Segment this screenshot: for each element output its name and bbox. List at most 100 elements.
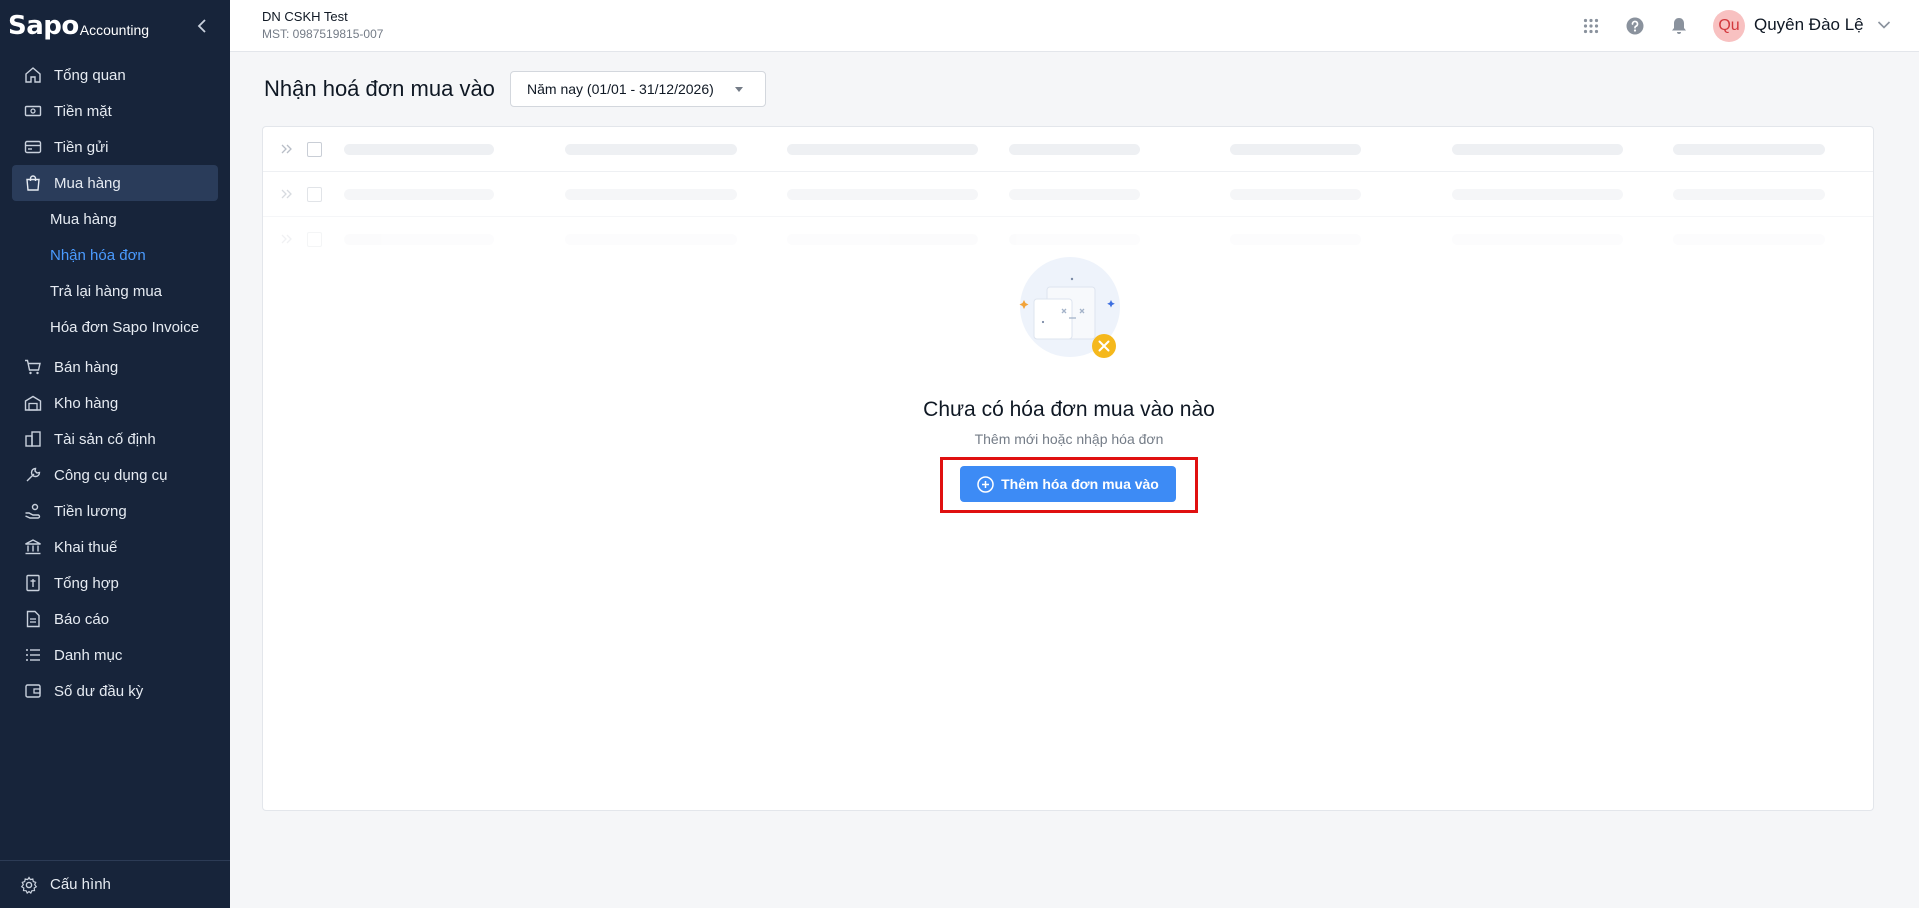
plus-circle-icon	[977, 475, 995, 493]
warehouse-icon	[24, 394, 42, 412]
empty-state-subtitle: Thêm mới hoặc nhập hóa đơn	[974, 431, 1164, 447]
sidebar-item-danh-muc[interactable]: Danh mục	[12, 637, 218, 673]
salary-icon	[24, 502, 42, 520]
cart-icon	[24, 358, 42, 376]
skeleton-bar	[344, 234, 494, 245]
add-purchase-invoice-button[interactable]: Thêm hóa đơn mua vào	[960, 466, 1176, 502]
skeleton-row	[263, 127, 1873, 172]
sidebar-item-ban-hang[interactable]: Bán hàng	[12, 349, 218, 385]
sidebar-item-tong-hop[interactable]: Tổng hợp	[12, 565, 218, 601]
sidebar-item-label: Tổng quan	[54, 66, 126, 84]
building-icon	[24, 430, 42, 448]
skeleton-bar	[787, 144, 978, 155]
logo[interactable]: Sapo Accounting	[0, 0, 230, 52]
skeleton-bar	[1009, 234, 1140, 245]
card-icon	[24, 138, 42, 156]
skeleton-bar	[565, 234, 737, 245]
sidebar-item-khai-thue[interactable]: Khai thuế	[12, 529, 218, 565]
sidebar-item-cau-hinh[interactable]: Cấu hình	[0, 860, 230, 908]
skeleton-bar	[1230, 189, 1361, 200]
topbar: DN CSKH Test MST: 0987519815-007 Qu Quyê…	[230, 0, 1919, 52]
sidebar-item-label: Tiền gửi	[54, 138, 109, 156]
gear-icon	[20, 875, 38, 894]
nav-top: Tổng quan Tiền mặt Tiền gửi Mua hàng	[0, 57, 230, 201]
sidebar-item-label: Khai thuế	[54, 538, 118, 556]
collapse-sidebar-icon[interactable]	[192, 16, 212, 36]
sidebar-item-tien-luong[interactable]: Tiền lương	[12, 493, 218, 529]
sidebar-item-tien-gui[interactable]: Tiền gửi	[12, 129, 218, 165]
ledger-icon	[24, 574, 42, 592]
chevron-down-icon[interactable]	[1877, 17, 1893, 33]
shopping-bag-icon	[24, 174, 42, 192]
sidebar-subitem-tra-lai-hang-mua[interactable]: Trả lại hàng mua	[0, 273, 230, 309]
home-icon	[24, 66, 42, 84]
report-icon	[24, 610, 42, 628]
nav-sub: Mua hàng Nhận hóa đơn Trả lại hàng mua H…	[0, 201, 230, 345]
sidebar-item-label: Tài sản cố định	[54, 430, 156, 448]
sidebar-item-cong-cu[interactable]: Công cụ dụng cụ	[12, 457, 218, 493]
help-icon[interactable]	[1624, 15, 1646, 37]
skeleton-bar	[787, 189, 978, 200]
tool-icon	[24, 466, 42, 484]
bell-icon[interactable]	[1668, 15, 1690, 37]
skeleton-bar	[565, 189, 737, 200]
page-title: Nhận hoá đơn mua vào	[264, 76, 495, 101]
sidebar-item-label: Công cụ dụng cụ	[54, 466, 168, 484]
sidebar-subitem-nhan-hoa-don[interactable]: Nhận hóa đơn	[0, 237, 230, 273]
user-name[interactable]: Quyên Đào Lệ	[1754, 15, 1864, 35]
invoice-table-card: Chưa có hóa đơn mua vào nào Thêm mới hoặ…	[262, 126, 1874, 811]
sidebar-item-tong-quan[interactable]: Tổng quan	[12, 57, 218, 93]
apps-grid-icon[interactable]	[1580, 15, 1602, 37]
caret-down-icon	[735, 87, 743, 92]
list-icon	[24, 646, 42, 664]
sidebar-item-tien-mat[interactable]: Tiền mặt	[12, 93, 218, 129]
skeleton-bar	[1673, 189, 1825, 200]
skeleton-bar	[565, 144, 737, 155]
sidebar-item-tai-san[interactable]: Tài sản cố định	[12, 421, 218, 457]
sidebar-subitem-sapo-invoice[interactable]: Hóa đơn Sapo Invoice	[0, 309, 230, 345]
skeleton-bar	[1452, 144, 1623, 155]
double-chevron-right-icon	[279, 231, 295, 247]
sidebar-item-so-du[interactable]: Số dư đầu kỳ	[12, 673, 218, 709]
select-all-checkbox[interactable]	[307, 142, 322, 157]
sidebar-subitem-mua-hang[interactable]: Mua hàng	[0, 201, 230, 237]
company-tax-code: MST: 0987519815-007	[262, 27, 384, 41]
skeleton-bar	[344, 189, 494, 200]
sidebar-item-mua-hang[interactable]: Mua hàng	[12, 165, 218, 201]
sidebar: Sapo Accounting Tổng quan Tiền mặt Tiền …	[0, 0, 230, 908]
skeleton-bar	[1673, 234, 1825, 245]
skeleton-bar	[1452, 189, 1623, 200]
sidebar-item-label: Kho hàng	[54, 394, 119, 412]
skeleton-bar	[1673, 144, 1825, 155]
sidebar-item-label: Số dư đầu kỳ	[54, 682, 144, 700]
nav-bottom: Bán hàng Kho hàng Tài sản cố định Công c…	[0, 349, 230, 709]
skeleton-bar	[1009, 144, 1140, 155]
cash-icon	[24, 102, 42, 120]
wallet-icon	[24, 682, 42, 700]
bank-icon	[24, 538, 42, 556]
sidebar-item-kho-hang[interactable]: Kho hàng	[12, 385, 218, 421]
skeleton-bar	[344, 144, 494, 155]
logo-main: Sapo	[8, 11, 79, 41]
empty-state-title: Chưa có hóa đơn mua vào nào	[923, 398, 1215, 421]
skeleton-bar	[1230, 234, 1361, 245]
company-info[interactable]: DN CSKH Test MST: 0987519815-007	[262, 9, 383, 41]
sidebar-item-label: Tổng hợp	[54, 574, 119, 592]
sidebar-item-label: Tiền mặt	[54, 102, 112, 120]
skeleton-bar	[1009, 189, 1140, 200]
sidebar-item-label: Bán hàng	[54, 358, 119, 376]
period-select[interactable]: Năm nay (01/01 - 31/12/2026)	[510, 71, 766, 107]
sidebar-item-label: Danh mục	[54, 646, 123, 664]
double-chevron-right-icon[interactable]	[279, 141, 295, 157]
company-name: DN CSKH Test	[262, 9, 348, 24]
avatar[interactable]: Qu	[1713, 10, 1745, 42]
logo-sub: Accounting	[79, 22, 150, 38]
sidebar-item-bao-cao[interactable]: Báo cáo	[12, 601, 218, 637]
double-chevron-right-icon	[279, 186, 295, 202]
skeleton-row	[263, 217, 1873, 262]
row-checkbox	[307, 232, 322, 247]
add-purchase-invoice-label: Thêm hóa đơn mua vào	[1001, 476, 1159, 492]
skeleton-bar	[1230, 144, 1361, 155]
sidebar-item-label: Cấu hình	[50, 876, 111, 893]
row-checkbox	[307, 187, 322, 202]
